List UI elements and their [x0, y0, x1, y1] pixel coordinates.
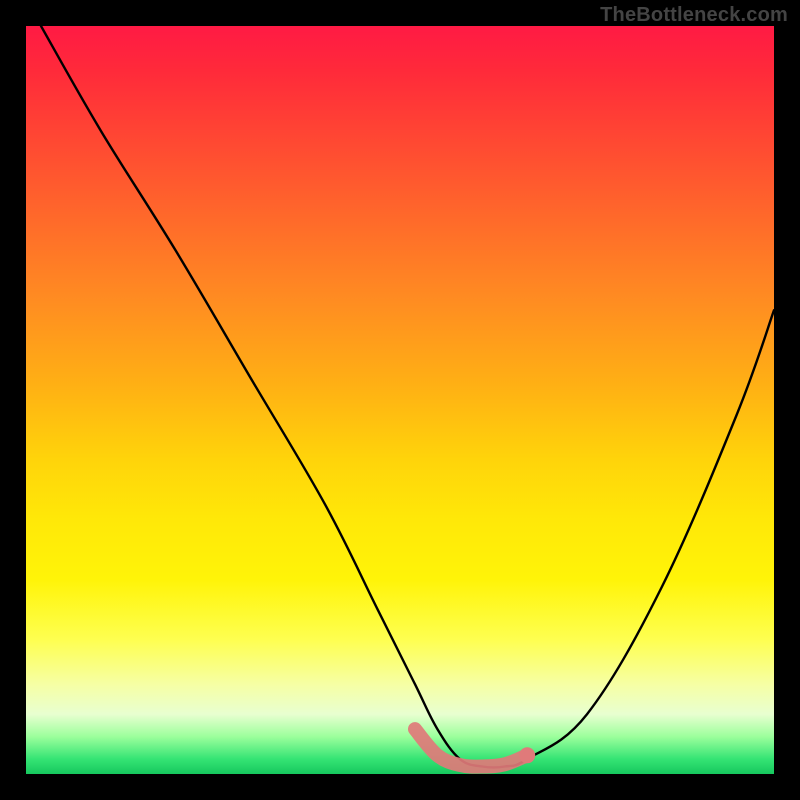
plot-area	[26, 26, 774, 774]
plateau-highlight	[415, 729, 527, 767]
chart-frame: TheBottleneck.com	[0, 0, 800, 800]
bottleneck-curve-line	[41, 26, 774, 768]
watermark-text: TheBottleneck.com	[600, 4, 788, 27]
curve-svg	[26, 26, 774, 774]
plateau-end-knot	[519, 747, 535, 763]
